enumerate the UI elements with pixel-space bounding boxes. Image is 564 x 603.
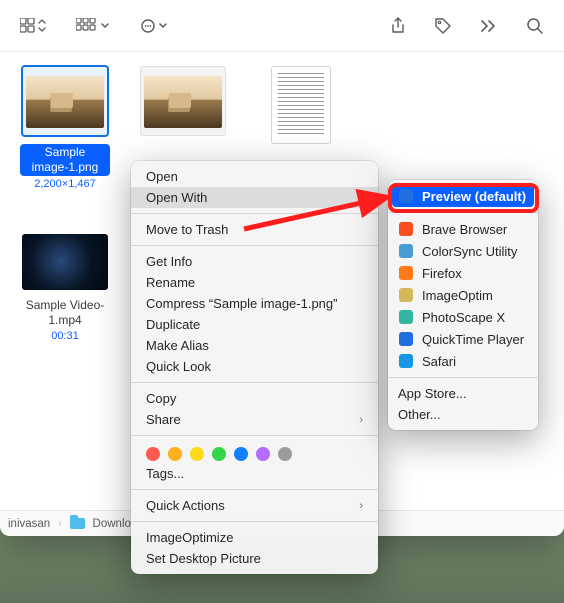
context-menu-item[interactable]: Share › (131, 409, 378, 430)
context-menu-item[interactable]: Quick Actions › (131, 495, 378, 516)
tag-dot[interactable] (168, 447, 182, 461)
brave-icon (398, 221, 414, 237)
menu-item-label: Quick Look (146, 359, 211, 374)
context-menu-item[interactable]: Duplicate (131, 314, 378, 335)
submenu-item[interactable]: PhotoScape X (388, 306, 538, 328)
submenu-item-label: PhotoScape X (422, 310, 505, 325)
menu-item-label: Open With (146, 190, 207, 205)
file-dimensions: 2,200×1,467 (34, 178, 95, 190)
submenu-item[interactable]: ImageOptim (388, 284, 538, 306)
annotation-highlight-box (388, 183, 539, 213)
menu-item-label: Copy (146, 391, 176, 406)
context-menu-item[interactable]: ImageOptimize (131, 527, 378, 548)
video-thumbnail (22, 234, 108, 290)
chevron-right-icon: › (359, 192, 363, 204)
context-menu: Open Open With › Move to Trash Get Info Renam… (131, 161, 378, 574)
file-duration: 00:31 (51, 330, 79, 342)
menu-item-label: Open (146, 169, 178, 184)
photoscapex-icon (398, 309, 414, 325)
submenu-item-label: Safari (422, 354, 456, 369)
tag-dot[interactable] (234, 447, 248, 461)
open-with-submenu: Preview (default)Brave BrowserColorSync … (388, 180, 538, 430)
context-menu-item[interactable]: Compress “Sample image-1.png” (131, 293, 378, 314)
context-menu-item[interactable]: Open (131, 166, 378, 187)
submenu-item[interactable]: Brave Browser (388, 218, 538, 240)
context-menu-item[interactable]: Quick Look (131, 356, 378, 377)
tag-dot[interactable] (190, 447, 204, 461)
context-menu-item[interactable]: Get Info (131, 251, 378, 272)
submenu-item[interactable]: ColorSync Utility (388, 240, 538, 262)
submenu-item-label: ColorSync Utility (422, 244, 517, 259)
submenu-item-label: Other... (398, 407, 441, 422)
submenu-item[interactable]: App Store... (388, 383, 538, 404)
menu-item-label: Move to Trash (146, 222, 228, 237)
submenu-item-label: Firefox (422, 266, 462, 281)
menu-item-label: Share (146, 412, 181, 427)
menu-item-label: Make Alias (146, 338, 209, 353)
image-thumbnail (140, 66, 226, 136)
file-name: Sample image-1.png (20, 144, 110, 176)
context-menu-item[interactable]: Rename (131, 272, 378, 293)
more-icon[interactable] (480, 20, 498, 32)
context-menu-item[interactable]: Set Desktop Picture (131, 548, 378, 569)
context-menu-item[interactable]: Copy (131, 388, 378, 409)
path-segment[interactable]: inivasan (8, 518, 50, 530)
context-menu-item[interactable]: Make Alias (131, 335, 378, 356)
context-menu-item[interactable]: Move to Trash (131, 219, 378, 240)
submenu-item-label: Brave Browser (422, 222, 507, 237)
submenu-item-label: App Store... (398, 386, 467, 401)
menu-item-label: Get Info (146, 254, 192, 269)
menu-item-label: Rename (146, 275, 195, 290)
context-menu-item[interactable]: Open With › (131, 187, 378, 208)
menu-item-label: Tags... (146, 466, 184, 481)
chevron-right-icon: › (58, 518, 61, 529)
groups-dropdown[interactable] (76, 18, 112, 34)
submenu-item[interactable]: QuickTime Player (388, 328, 538, 350)
tag-dot[interactable] (278, 447, 292, 461)
menu-item-label: Set Desktop Picture (146, 551, 261, 566)
imageoptim-icon (398, 287, 414, 303)
menu-item-label: Compress “Sample image-1.png” (146, 296, 337, 311)
tag-dot[interactable] (212, 447, 226, 461)
firefox-icon (398, 265, 414, 281)
toolbar (0, 0, 564, 52)
folder-icon (70, 518, 85, 529)
tags-icon[interactable] (434, 17, 452, 35)
colorsync-icon (398, 243, 414, 259)
search-icon[interactable] (526, 17, 544, 35)
tag-colors-row (131, 441, 378, 463)
icon-view-toggle[interactable] (20, 18, 48, 34)
quicktime-icon (398, 331, 414, 347)
share-icon[interactable] (390, 17, 406, 35)
submenu-item-label: QuickTime Player (422, 332, 524, 347)
document-thumbnail (271, 66, 331, 144)
chevron-right-icon: › (359, 414, 363, 426)
action-dropdown[interactable] (140, 18, 170, 34)
submenu-item[interactable]: Safari (388, 350, 538, 372)
submenu-item[interactable]: Other... (388, 404, 538, 425)
tag-dot[interactable] (256, 447, 270, 461)
submenu-item-label: ImageOptim (422, 288, 493, 303)
file-item[interactable]: Sample image-1.png 2,200×1,467 (20, 66, 110, 190)
file-item[interactable]: Sample Video-1.mp4 00:31 (20, 234, 110, 342)
menu-item-label: ImageOptimize (146, 530, 233, 545)
menu-item-label: Quick Actions (146, 498, 225, 513)
context-menu-item[interactable]: Tags... (131, 463, 378, 484)
chevron-right-icon: › (359, 500, 363, 512)
tag-dot[interactable] (146, 447, 160, 461)
safari-icon (398, 353, 414, 369)
file-name: Sample Video-1.mp4 (20, 298, 110, 328)
menu-item-label: Duplicate (146, 317, 200, 332)
submenu-item[interactable]: Firefox (388, 262, 538, 284)
image-thumbnail (22, 66, 108, 136)
